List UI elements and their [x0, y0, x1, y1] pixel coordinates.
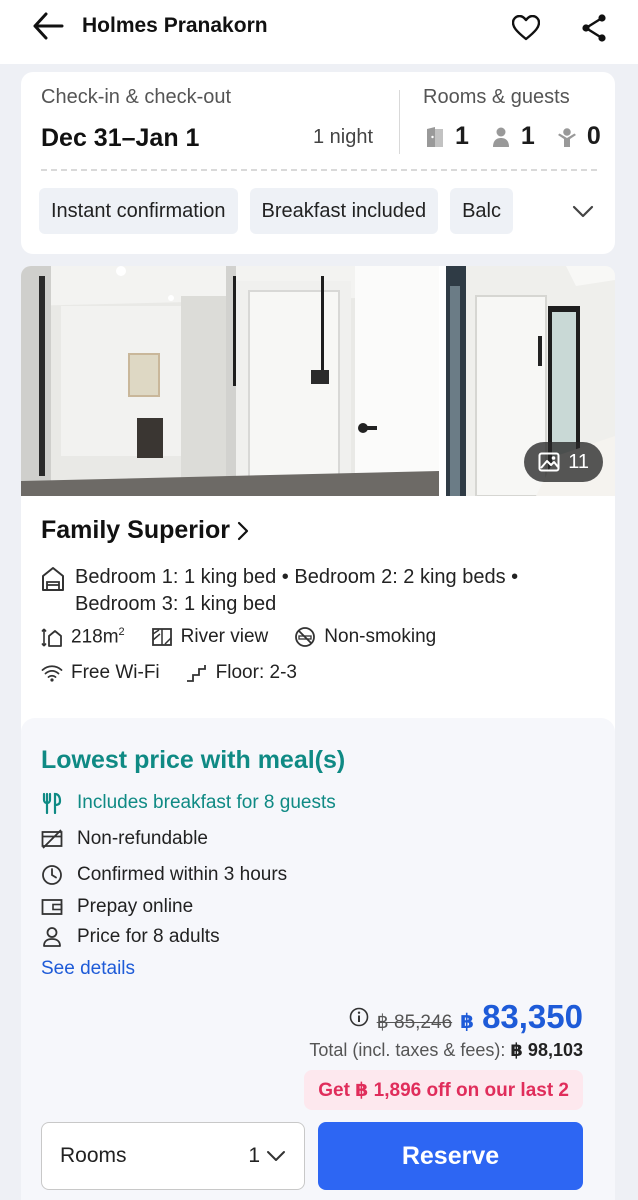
- rooms-select-label: Rooms: [60, 1144, 127, 1167]
- photo-count-badge[interactable]: 11: [524, 442, 603, 482]
- favorite-button[interactable]: [506, 8, 546, 48]
- confirm-text: Confirmed within 3 hours: [77, 864, 288, 885]
- refund-text: Non-refundable: [77, 828, 208, 849]
- breakfast-text: Includes breakfast for 8 guests: [77, 792, 336, 813]
- meal-row: Includes breakfast for 8 guests: [41, 792, 336, 814]
- see-details-link[interactable]: See details: [41, 958, 135, 980]
- smoking-label: Non-smoking: [324, 626, 437, 648]
- person-icon: [43, 927, 61, 947]
- current-price: 83,350: [482, 998, 583, 1035]
- feature-smoking: Non-smoking: [294, 626, 436, 648]
- payment-text: Prepay online: [77, 896, 194, 917]
- door-icon: [423, 125, 447, 149]
- promo-badge: Get ฿ 1,896 off on our last 2: [304, 1070, 583, 1110]
- children-count: 0: [586, 122, 601, 150]
- price-line: ฿ 85,246 ฿ 83,350: [349, 998, 583, 1036]
- room-card: 11 Family Superior Bedroom 1: 1 king bed…: [21, 266, 615, 1200]
- filter-chip-instant-confirmation[interactable]: Instant confirmation: [39, 188, 238, 234]
- no-refund-icon: [41, 829, 63, 849]
- clock-icon: [42, 865, 62, 885]
- search-summary-card: Check-in & check-out Dec 31–Jan 1 1 nigh…: [21, 72, 615, 254]
- rooms-guests-label: Rooms & guests: [423, 86, 570, 108]
- wallet-icon: [41, 899, 63, 915]
- room-features-row-2: Free Wi-Fi Floor: 2-3: [41, 662, 323, 684]
- occupancy-row: Price for 8 adults: [41, 926, 220, 948]
- room-photo-main[interactable]: [21, 266, 439, 496]
- filter-chip-breakfast-included[interactable]: Breakfast included: [249, 188, 439, 234]
- image-icon: [538, 452, 560, 472]
- hotel-name: Holmes Pranakorn: [82, 14, 268, 37]
- feature-view: River view: [151, 626, 269, 648]
- payment-row: Prepay online: [41, 896, 193, 918]
- reserve-button[interactable]: Reserve: [318, 1122, 583, 1190]
- rate-plan-title: Lowest price with meal(s): [41, 746, 346, 774]
- total-value: ฿ 98,103: [510, 1040, 583, 1060]
- chevron-down-icon: [267, 1151, 285, 1161]
- rooms-guests-selector[interactable]: 1 1 0: [423, 122, 613, 151]
- room-features-row-1: 218m2 River view Non-smoking: [41, 626, 462, 648]
- floor-label: Floor: 2-3: [215, 662, 297, 683]
- back-button[interactable]: [26, 8, 70, 44]
- fork-knife-icon: [42, 792, 62, 814]
- wifi-label: Free Wi-Fi: [71, 662, 160, 683]
- date-range[interactable]: Dec 31–Jan 1: [41, 124, 199, 153]
- arrow-left-icon: [33, 12, 64, 40]
- adult-icon: [489, 125, 513, 149]
- feature-floor: Floor: 2-3: [186, 662, 297, 684]
- bed-info: Bedroom 1: 1 king bed • Bedroom 2: 2 kin…: [41, 564, 561, 618]
- feature-size: 218m2: [41, 626, 125, 648]
- filter-chip-balcony[interactable]: Balc: [450, 188, 513, 234]
- rooms-quantity-select[interactable]: Rooms 1: [41, 1122, 305, 1190]
- window-view-icon: [151, 628, 172, 647]
- share-button[interactable]: [574, 8, 614, 48]
- expand-filters-button[interactable]: [561, 190, 605, 234]
- checkin-label: Check-in & check-out: [41, 86, 232, 108]
- dashed-divider: [41, 169, 597, 171]
- house-bed-icon: [42, 567, 64, 591]
- info-icon[interactable]: [349, 1007, 369, 1027]
- adults-count: 1: [520, 122, 535, 150]
- stairs-icon: [186, 665, 206, 682]
- room-size: 218m: [71, 626, 119, 648]
- room-type-link[interactable]: Family Superior: [41, 516, 250, 545]
- view-label: River view: [180, 626, 269, 648]
- no-smoking-icon: [295, 627, 316, 648]
- total-price-line: Total (incl. taxes & fees): ฿ 98,103: [309, 1040, 583, 1061]
- bed-details: Bedroom 1: 1 king bed • Bedroom 2: 2 kin…: [75, 566, 519, 615]
- top-app-bar: Holmes Pranakorn: [0, 0, 638, 64]
- child-icon: [555, 125, 579, 149]
- original-price: ฿ 85,246: [376, 1012, 453, 1033]
- night-count: 1 night: [313, 126, 374, 148]
- rooms-select-value: 1: [248, 1144, 260, 1167]
- currency-symbol: ฿: [460, 1011, 475, 1033]
- chevron-right-icon: [237, 521, 249, 540]
- share-icon: [582, 14, 606, 42]
- divider: [399, 90, 400, 154]
- filter-chips: Instant confirmation Breakfast included …: [39, 188, 559, 236]
- room-type-name: Family Superior: [41, 516, 230, 544]
- wifi-icon: [41, 665, 63, 682]
- feature-wifi: Free Wi-Fi: [41, 662, 160, 684]
- refund-row: Non-refundable: [41, 828, 208, 850]
- total-label: Total (incl. taxes & fees):: [309, 1040, 506, 1060]
- room-size-icon: [41, 628, 62, 648]
- heart-outline-icon: [512, 15, 540, 41]
- chevron-down-icon: [572, 205, 594, 218]
- photo-count: 11: [568, 450, 589, 473]
- occupancy-text: Price for 8 adults: [77, 926, 220, 947]
- room-size-unit-sup: 2: [118, 626, 125, 638]
- rooms-count: 1: [455, 122, 469, 150]
- confirm-row: Confirmed within 3 hours: [41, 864, 287, 886]
- room-photo-side[interactable]: 11: [446, 266, 615, 496]
- rate-plan-panel: Lowest price with meal(s) Includes break…: [21, 718, 615, 1200]
